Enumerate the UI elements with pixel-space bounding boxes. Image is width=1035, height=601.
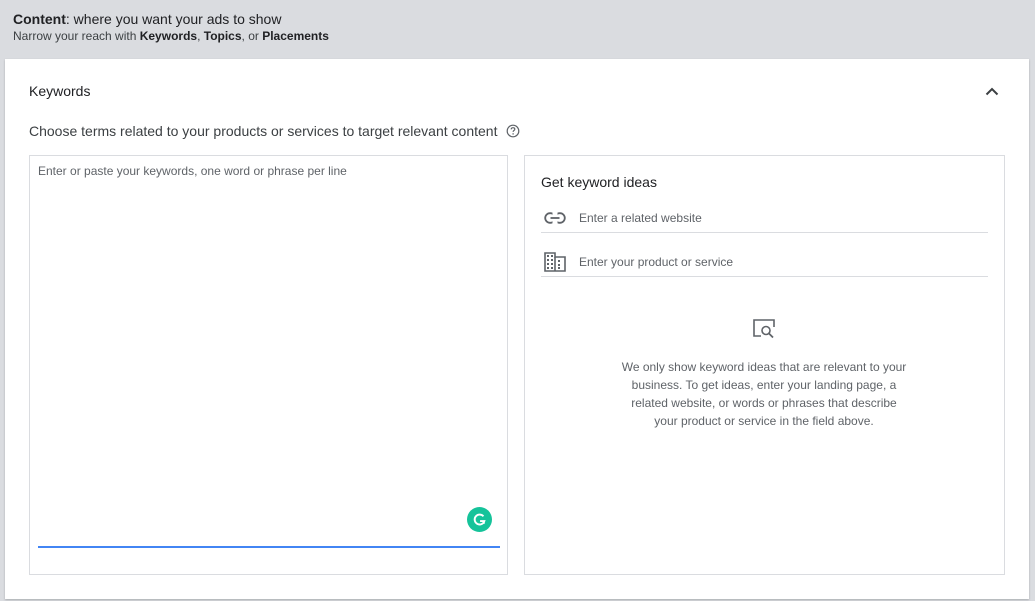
building-icon	[543, 250, 567, 274]
keywords-card: Keywords Choose terms related to your pr…	[5, 59, 1029, 599]
link-icon	[543, 206, 567, 230]
search-page-icon	[752, 318, 776, 340]
subheading-prefix: Narrow your reach with	[13, 29, 140, 43]
collapse-button[interactable]	[981, 81, 1003, 101]
content-subheading: Narrow your reach with Keywords, Topics,…	[13, 28, 1035, 44]
grammarly-button[interactable]	[467, 507, 492, 532]
grammarly-icon	[473, 513, 486, 526]
content-heading: Content: where you want your ads to show	[13, 11, 1035, 27]
subheading-placements: Placements	[262, 29, 329, 43]
keyword-ideas-title: Get keyword ideas	[541, 174, 657, 190]
subheading-sep: ,	[197, 29, 204, 43]
keywords-description: Choose terms related to your products or…	[29, 123, 520, 139]
keywords-description-text: Choose terms related to your products or…	[29, 123, 498, 139]
content-heading-bold: Content	[13, 11, 66, 27]
chevron-up-icon	[985, 87, 999, 95]
product-service-field	[541, 247, 988, 277]
help-circle-icon[interactable]	[506, 124, 520, 138]
keywords-textarea-underline	[38, 546, 500, 548]
keywords-textarea[interactable]	[38, 162, 500, 548]
related-website-input[interactable]	[579, 207, 988, 228]
product-service-input[interactable]	[579, 251, 988, 272]
subheading-keywords: Keywords	[139, 29, 198, 43]
subheading-topics: Topics	[203, 29, 242, 43]
keywords-section-title: Keywords	[29, 83, 91, 99]
content-header: Content: where you want your ads to show…	[0, 0, 1035, 58]
keyword-ideas-panel: Get keyword ideas Enter a related websit…	[524, 155, 1005, 575]
subheading-sep: , or	[241, 29, 263, 43]
keyword-ideas-empty-message: We only show keyword ideas that are rele…	[621, 360, 907, 428]
related-website-field	[541, 203, 988, 233]
keywords-entry-panel	[29, 155, 508, 575]
content-heading-rest: : where you want your ads to show	[65, 11, 282, 27]
